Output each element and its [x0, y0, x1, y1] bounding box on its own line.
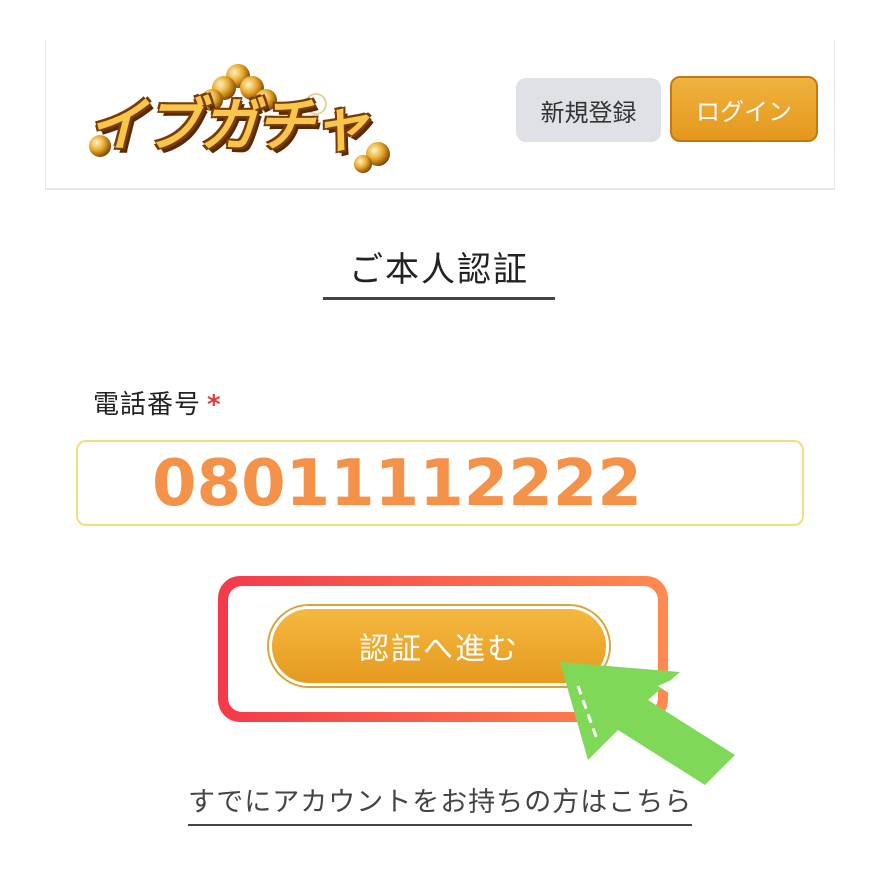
site-header: イブガチャ 新規登録 ログイン	[45, 40, 835, 190]
phone-input-value: 08011112222	[152, 447, 642, 521]
green-arrow-pointer-icon	[560, 662, 735, 785]
existing-account-link[interactable]: すでにアカウントをお持ちの方はこちら	[188, 788, 693, 826]
required-mark: *	[207, 390, 222, 420]
logo-text: イブガチャ	[88, 91, 369, 159]
phone-label-text: 電話番号	[93, 390, 202, 420]
site-logo[interactable]: イブガチャ	[78, 54, 408, 184]
register-button[interactable]: 新規登録	[516, 78, 661, 142]
login-button[interactable]: ログイン	[670, 76, 818, 142]
phone-input[interactable]: 08011112222	[76, 440, 804, 526]
phone-field-label: 電話番号 *	[93, 384, 222, 421]
page-title: ご本人認証	[323, 245, 555, 300]
